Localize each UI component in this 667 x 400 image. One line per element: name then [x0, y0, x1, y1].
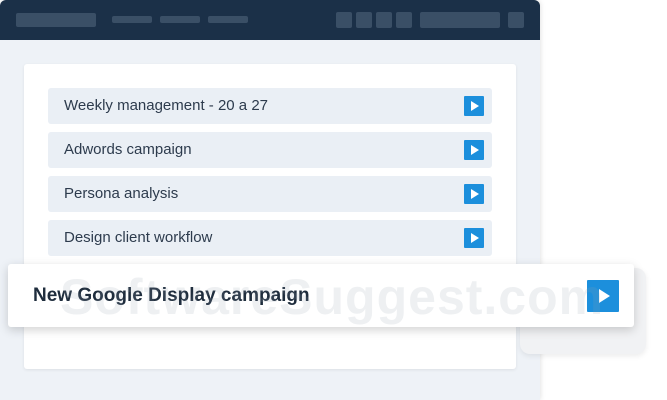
nav-item-placeholder[interactable] — [208, 16, 248, 23]
task-label: Persona analysis — [64, 185, 179, 202]
task-item[interactable]: Weekly management - 20 a 27 — [48, 88, 492, 124]
logo-placeholder — [16, 13, 96, 27]
play-icon[interactable] — [464, 228, 484, 248]
app-window: Weekly management - 20 a 27 Adwords camp… — [0, 0, 540, 400]
toolbar-icon-placeholder[interactable] — [336, 12, 352, 28]
toolbar-icon-placeholder[interactable] — [356, 12, 372, 28]
top-navigation-bar — [0, 0, 540, 40]
toolbar-icon-placeholder[interactable] — [376, 12, 392, 28]
play-icon[interactable] — [587, 280, 619, 312]
task-item[interactable]: Adwords campaign — [48, 132, 492, 168]
task-item[interactable]: Design client workflow — [48, 220, 492, 256]
menu-icon-placeholder[interactable] — [508, 12, 524, 28]
nav-item-placeholder[interactable] — [160, 16, 200, 23]
task-label: Weekly management - 20 a 27 — [64, 97, 269, 114]
task-item[interactable]: Persona analysis — [48, 176, 492, 212]
task-label: Design client workflow — [64, 229, 213, 246]
task-label: Adwords campaign — [64, 141, 192, 158]
play-icon[interactable] — [464, 140, 484, 160]
play-icon[interactable] — [464, 184, 484, 204]
featured-task-item[interactable]: New Google Display campaign — [8, 264, 634, 327]
featured-task-label: New Google Display campaign — [33, 285, 310, 306]
play-icon[interactable] — [464, 96, 484, 116]
toolbar-icon-placeholder[interactable] — [396, 12, 412, 28]
user-menu-placeholder[interactable] — [420, 12, 500, 28]
nav-item-placeholder[interactable] — [112, 16, 152, 23]
